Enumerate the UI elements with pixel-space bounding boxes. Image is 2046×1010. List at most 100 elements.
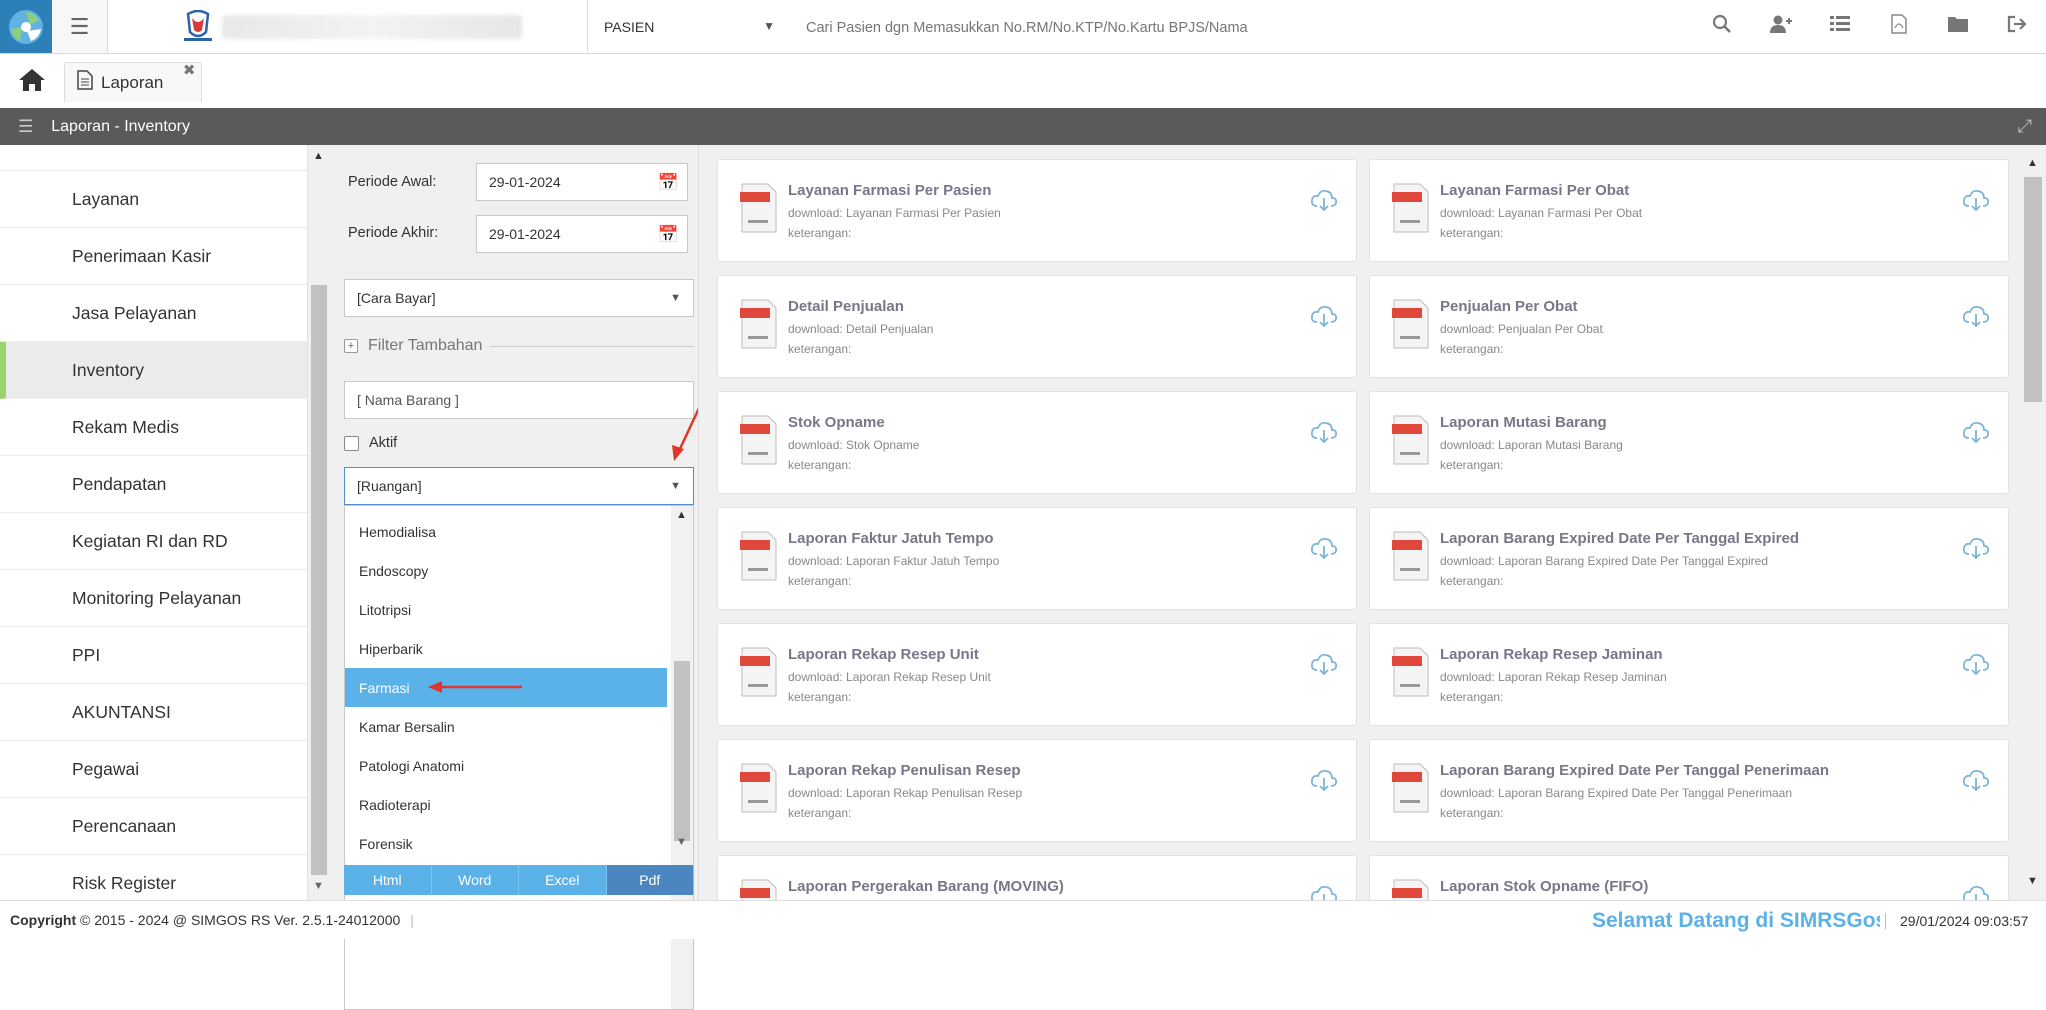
add-user-icon[interactable] xyxy=(1751,14,1810,40)
report-title: Layanan Farmasi Per Obat xyxy=(1440,182,1630,199)
checkbox[interactable] xyxy=(344,435,359,451)
report-card[interactable]: Laporan Stok Opname (FIFO) xyxy=(1369,855,2009,900)
menu-item-pegawai[interactable]: Pegawai xyxy=(0,741,307,798)
export-excel-button[interactable]: Excel xyxy=(519,865,607,895)
welcome-marquee: Selamat Datang di SIMRSGos xyxy=(1592,909,1880,932)
dropdown-option[interactable]: Litotripsi xyxy=(345,590,667,629)
menu-item-risk-register[interactable]: Risk Register xyxy=(0,855,307,900)
calendar-icon[interactable]: 📅 xyxy=(658,173,679,193)
cara-bayar-select[interactable]: [Cara Bayar] ▼ xyxy=(344,279,694,317)
scrollbar-thumb[interactable] xyxy=(674,661,690,841)
cloud-download-icon[interactable] xyxy=(1962,304,1990,335)
cloud-download-icon[interactable] xyxy=(1962,652,1990,683)
search-icon[interactable] xyxy=(1692,14,1751,40)
sidebar-toggle-button[interactable]: ☰ xyxy=(52,0,108,53)
menu-item-layanan[interactable]: Layanan xyxy=(0,171,307,228)
menu-item-penerimaan-kasir[interactable]: Penerimaan Kasir xyxy=(0,228,307,285)
export-html-button[interactable]: Html xyxy=(344,865,432,895)
expand-icon[interactable]: ⤢ xyxy=(2018,116,2032,137)
calendar-icon[interactable]: 📅 xyxy=(658,225,679,245)
menu-item-perencanaan[interactable]: Perencanaan xyxy=(0,798,307,855)
report-card[interactable]: Layanan Farmasi Per Pasien download: Lay… xyxy=(717,159,1357,262)
patient-type-select[interactable]: PASIEN ▼ xyxy=(598,0,783,53)
cloud-download-icon[interactable] xyxy=(1310,188,1338,219)
pdf-icon[interactable] xyxy=(1869,13,1928,40)
scrollbar-thumb[interactable] xyxy=(2024,177,2042,402)
menu-item-ppi[interactable]: PPI xyxy=(0,627,307,684)
report-card[interactable]: Laporan Faktur Jatuh Tempo download: Lap… xyxy=(717,507,1357,610)
menu-item-inventory[interactable]: Inventory xyxy=(0,342,307,399)
cloud-download-icon[interactable] xyxy=(1962,768,1990,799)
cloud-download-icon[interactable] xyxy=(1310,884,1338,900)
report-download-text: download: Detail Penjualan xyxy=(788,322,934,336)
scroll-up-icon[interactable]: ▲ xyxy=(676,509,687,521)
cloud-download-icon[interactable] xyxy=(1962,420,1990,451)
nama-barang-input[interactable]: [ Nama Barang ] xyxy=(344,381,694,419)
scroll-down-icon[interactable]: ▼ xyxy=(2027,875,2038,887)
dropdown-option[interactable]: Hiperbarik xyxy=(345,629,667,668)
export-word-button[interactable]: Word xyxy=(431,865,519,895)
scroll-up-icon[interactable]: ▲ xyxy=(313,150,324,162)
logout-icon[interactable] xyxy=(1987,15,2046,39)
report-card[interactable]: Detail Penjualan download: Detail Penjua… xyxy=(717,275,1357,378)
menu-item-monitoring-pelayanan[interactable]: Monitoring Pelayanan xyxy=(0,570,307,627)
report-card[interactable]: Laporan Mutasi Barang download: Laporan … xyxy=(1369,391,2009,494)
dropdown-option[interactable]: Kamar Bersalin xyxy=(345,707,667,746)
ruangan-select[interactable]: [Ruangan] ▼ xyxy=(344,467,694,505)
folder-icon[interactable] xyxy=(1928,15,1987,38)
patient-type-value: PASIEN xyxy=(604,18,655,35)
periode-akhir-input[interactable]: 29-01-2024 📅 xyxy=(476,215,688,253)
annotation-arrow-icon xyxy=(428,681,522,693)
dropdown-option[interactable]: Radioterapi xyxy=(345,785,667,824)
periode-awal-label: Periode Awal: xyxy=(348,174,437,190)
filter-tambahan-toggle[interactable]: + Filter Tambahan xyxy=(344,337,694,355)
menu-icon[interactable]: ☰ xyxy=(18,117,33,137)
menu-item-jasa-pelayanan[interactable]: Jasa Pelayanan xyxy=(0,285,307,342)
report-card[interactable]: Laporan Rekap Penulisan Resep download: … xyxy=(717,739,1357,842)
menu-item-akuntansi[interactable]: AKUNTANSI xyxy=(0,684,307,741)
report-card[interactable]: Laporan Barang Expired Date Per Tanggal … xyxy=(1369,507,2009,610)
cloud-download-icon[interactable] xyxy=(1962,536,1990,567)
cloud-download-icon[interactable] xyxy=(1310,652,1338,683)
cloud-download-icon[interactable] xyxy=(1310,420,1338,451)
scrollbar-thumb[interactable] xyxy=(311,285,327,875)
report-card[interactable]: Layanan Farmasi Per Obat download: Layan… xyxy=(1369,159,2009,262)
report-card[interactable]: Stok Opname download: Stok Opname ketera… xyxy=(717,391,1357,494)
report-card[interactable]: Laporan Rekap Resep Unit download: Lapor… xyxy=(717,623,1357,726)
scroll-down-icon[interactable]: ▼ xyxy=(313,880,324,892)
app-logo[interactable] xyxy=(0,0,52,53)
menu-item-pendapatan[interactable]: Pendapatan xyxy=(0,456,307,513)
report-title: Laporan Rekap Resep Unit xyxy=(788,646,979,663)
filter-scrollbar[interactable]: ▲ ▼ xyxy=(308,145,330,900)
export-pdf-button[interactable]: Pdf xyxy=(606,865,694,895)
list-icon[interactable] xyxy=(1810,15,1869,39)
periode-awal-input[interactable]: 29-01-2024 📅 xyxy=(476,163,688,201)
report-title: Penjualan Per Obat xyxy=(1440,298,1578,315)
cloud-download-icon[interactable] xyxy=(1310,768,1338,799)
pdf-file-icon xyxy=(1392,763,1429,813)
close-icon[interactable]: ✖ xyxy=(183,61,196,79)
menu-item-rekam-medis[interactable]: Rekam Medis xyxy=(0,399,307,456)
report-card[interactable]: Penjualan Per Obat download: Penjualan P… xyxy=(1369,275,2009,378)
scroll-down-icon[interactable]: ▼ xyxy=(676,836,687,848)
cloud-download-icon[interactable] xyxy=(1962,884,1990,900)
cloud-download-icon[interactable] xyxy=(1962,188,1990,219)
cloud-download-icon[interactable] xyxy=(1310,304,1338,335)
report-list-scrollbar[interactable]: ▲ ▼ xyxy=(2020,145,2046,900)
report-card[interactable]: Laporan Rekap Resep Jaminan download: La… xyxy=(1369,623,2009,726)
tab-laporan[interactable]: Laporan ✖ xyxy=(64,61,203,102)
dropdown-option[interactable]: Hemodialisa xyxy=(345,512,667,551)
scroll-up-icon[interactable]: ▲ xyxy=(2027,157,2038,169)
footer-datetime: 29/01/2024 09:03:57 xyxy=(1885,913,2028,929)
report-card[interactable]: Laporan Barang Expired Date Per Tanggal … xyxy=(1369,739,2009,842)
dropdown-option[interactable]: Patologi Anatomi xyxy=(345,746,667,785)
home-icon[interactable] xyxy=(18,68,46,99)
dropdown-option[interactable]: Forensik xyxy=(345,824,667,863)
aktif-checkbox[interactable]: Aktif xyxy=(344,435,397,451)
report-card[interactable]: Laporan Pergerakan Barang (MOVING) xyxy=(717,855,1357,900)
cloud-download-icon[interactable] xyxy=(1310,536,1338,567)
dropdown-option[interactable]: Endoscopy xyxy=(345,551,667,590)
report-download-text: download: Layanan Farmasi Per Obat xyxy=(1440,206,1643,220)
patient-search-input[interactable] xyxy=(806,17,1406,39)
menu-item-kegiatan-ri-rd[interactable]: Kegiatan RI dan RD xyxy=(0,513,307,570)
